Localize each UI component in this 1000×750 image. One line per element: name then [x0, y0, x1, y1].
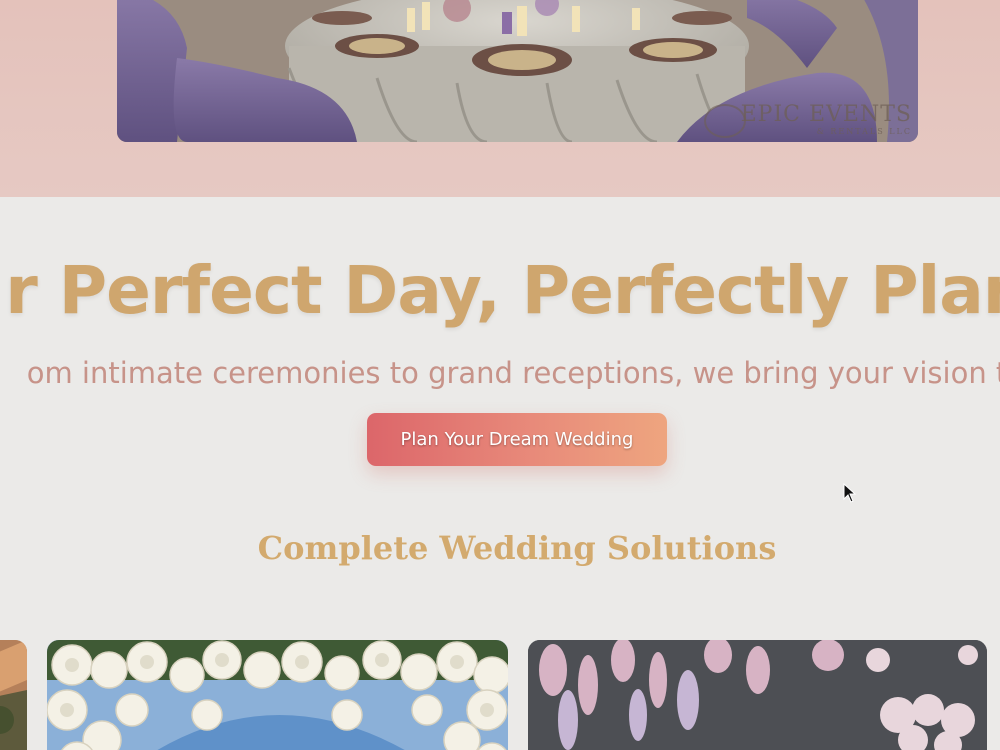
arrow-cursor-icon: [843, 483, 857, 503]
watermark-main-text: EPIC EVENTS: [740, 102, 912, 127]
hero-venue-image: EPIC EVENTS & RENTALS LLC: [117, 0, 918, 142]
services-section-title: Complete Wedding Solutions: [257, 529, 777, 567]
hero-subheadline: om intimate ceremonies to grand receptio…: [26, 356, 1000, 390]
plan-dream-wedding-button[interactable]: Plan Your Dream Wedding: [367, 413, 667, 466]
service-card-outdoor-venue[interactable]: [0, 640, 27, 750]
service-card-rose-arch[interactable]: [47, 640, 508, 750]
watermark-sub-text: & RENTALS LLC: [816, 127, 912, 136]
watermark: EPIC EVENTS & RENTALS LLC: [741, 104, 912, 136]
hero-headline: r Perfect Day, Perfectly Plan: [5, 252, 1000, 329]
page: EPIC EVENTS & RENTALS LLC r Perfect Day,…: [0, 0, 1000, 750]
service-card-hanging-florals[interactable]: [528, 640, 987, 750]
hero-band: EPIC EVENTS & RENTALS LLC: [0, 0, 1000, 197]
